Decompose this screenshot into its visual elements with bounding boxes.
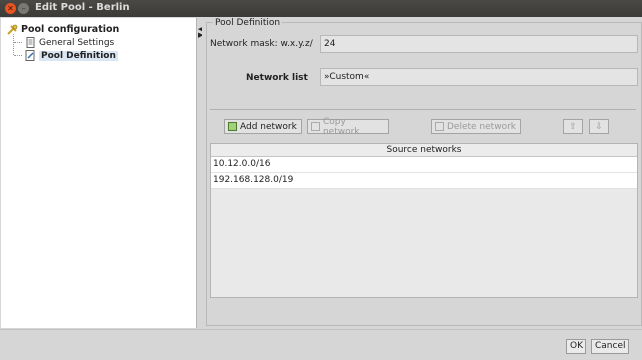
arrow-up-icon: ⇧: [569, 121, 577, 132]
navigation-tree: Pool configuration General Settings Pool…: [1, 18, 197, 328]
pool-config-icon: [7, 24, 18, 35]
tree-root-pool-configuration[interactable]: Pool configuration: [7, 24, 119, 35]
cancel-button[interactable]: Cancel: [591, 339, 629, 354]
add-network-button[interactable]: Add network: [224, 119, 302, 134]
network-list-field[interactable]: »Custom«: [320, 68, 638, 86]
divider: [210, 109, 636, 110]
delete-network-label: Delete network: [447, 121, 516, 132]
tree-connector: [13, 34, 14, 55]
window-title: Edit Pool - Berlin: [35, 2, 130, 13]
tree-item-label: General Settings: [39, 37, 115, 48]
copy-network-button[interactable]: Copy network: [307, 116, 389, 137]
column-header-source-networks[interactable]: Source networks: [211, 144, 637, 157]
move-down-button[interactable]: ⇩: [589, 119, 609, 134]
group-title: Pool Definition: [213, 18, 283, 28]
dialog-footer: OK Cancel: [0, 329, 642, 360]
delete-network-button[interactable]: Delete network: [431, 119, 521, 134]
add-network-icon: [228, 122, 237, 131]
tree-root-label: Pool configuration: [21, 24, 120, 35]
network-list-label: Network list: [246, 73, 308, 83]
tree-item-label: Pool Definition: [39, 50, 118, 61]
minimize-icon[interactable]: –: [18, 3, 29, 14]
ok-button[interactable]: OK: [566, 339, 586, 354]
move-up-button[interactable]: ⇧: [563, 119, 583, 134]
network-mask-field[interactable]: 24: [320, 35, 638, 53]
network-mask-label: Network mask: w.x.y.z/: [210, 39, 313, 49]
definition-icon: [25, 50, 36, 61]
delete-network-icon: [435, 122, 444, 131]
document-icon: [25, 37, 36, 48]
copy-network-label: Copy network: [322, 116, 360, 137]
table-row[interactable]: 192.168.128.0/19: [211, 173, 637, 189]
title-bar: ✕ – Edit Pool - Berlin: [0, 0, 642, 17]
copy-network-icon: [311, 122, 320, 131]
tree-item-general-settings[interactable]: General Settings: [25, 37, 114, 48]
tree-connector: [14, 42, 22, 43]
arrow-down-icon: ⇩: [595, 121, 603, 132]
add-network-label: Add network: [240, 121, 297, 132]
tree-item-pool-definition[interactable]: Pool Definition: [25, 50, 118, 61]
tree-connector: [14, 55, 22, 56]
close-icon[interactable]: ✕: [5, 3, 16, 14]
source-networks-table: Source networks 10.12.0.0/16 192.168.128…: [210, 143, 638, 298]
table-row[interactable]: 10.12.0.0/16: [211, 157, 637, 173]
